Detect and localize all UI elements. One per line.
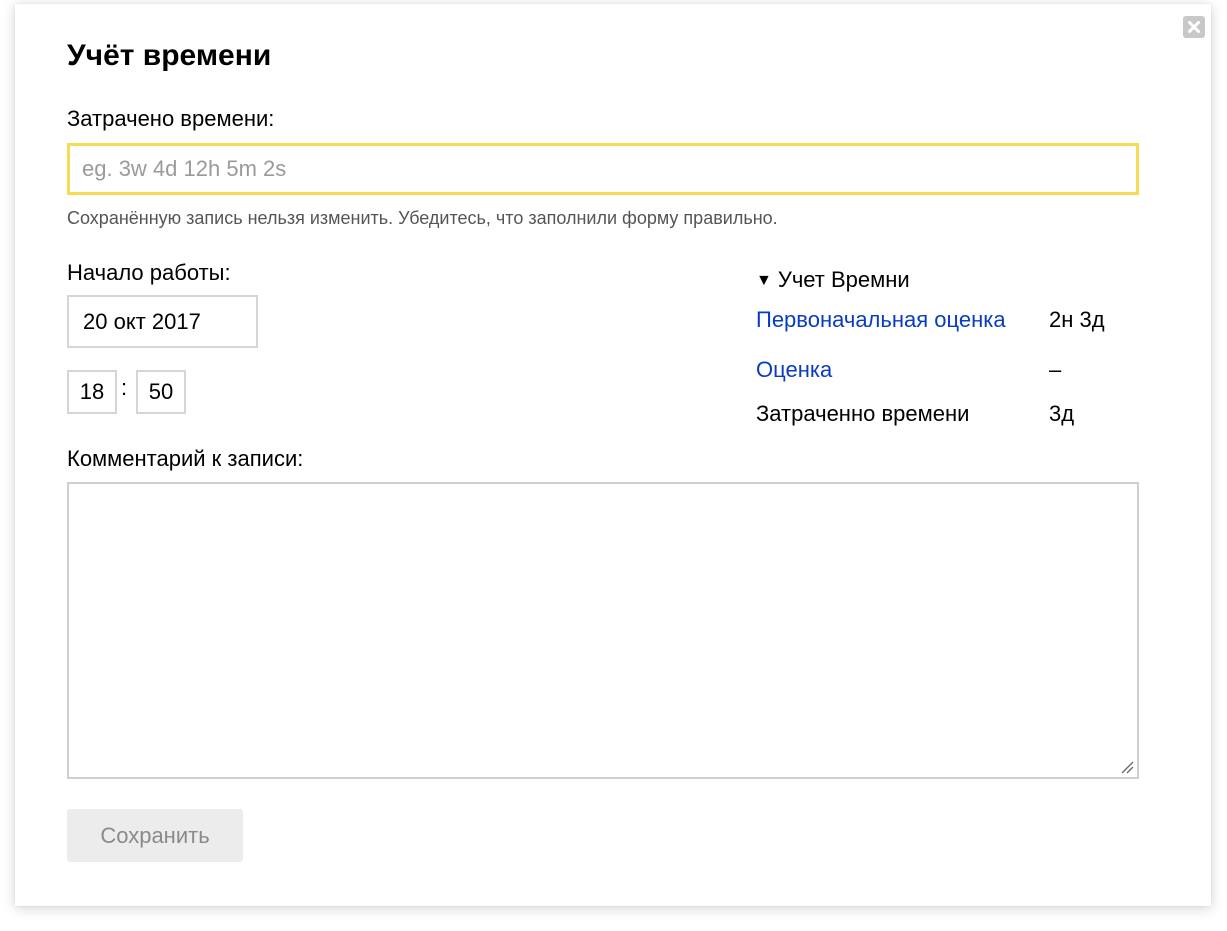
start-time-label: Начало работы:: [67, 260, 231, 285]
original-estimate-value: 2н 3д: [1049, 307, 1105, 332]
time-spent-summary-label: Затраченно времени: [756, 401, 970, 426]
dialog-title: Учёт времени: [67, 39, 272, 72]
time-tracking-dialog: Учёт времени Затрачено времени: Сохранён…: [15, 4, 1211, 906]
close-icon: [1188, 21, 1200, 33]
estimate-link[interactable]: Оценка: [756, 357, 832, 383]
time-spent-input[interactable]: [67, 143, 1139, 195]
original-estimate-link[interactable]: Первоначальная оценка: [756, 307, 1006, 333]
close-button[interactable]: [1183, 16, 1205, 38]
time-tracking-toggle[interactable]: ▼ Учет Времни: [756, 267, 910, 294]
side-panel-title: Учет Времни: [777, 267, 910, 292]
time-separator: :: [121, 375, 128, 400]
time-spent-summary-value: 3д: [1049, 401, 1075, 426]
time-spent-hint: Сохранённую запись нельзя изменить. Убед…: [67, 208, 778, 228]
comment-textarea[interactable]: [67, 482, 1139, 779]
save-button[interactable]: Сохранить: [67, 809, 243, 862]
time-spent-label: Затрачено времени:: [67, 106, 275, 131]
estimate-value: –: [1049, 357, 1062, 382]
start-hour-field[interactable]: 18: [67, 370, 117, 414]
start-date-field[interactable]: 20 окт 2017: [67, 295, 258, 348]
triangle-down-icon: ▼: [756, 272, 772, 289]
start-minute-field[interactable]: 50: [136, 370, 186, 414]
comment-label: Комментарий к записи:: [67, 446, 304, 471]
resize-handle-icon[interactable]: [1120, 760, 1134, 774]
